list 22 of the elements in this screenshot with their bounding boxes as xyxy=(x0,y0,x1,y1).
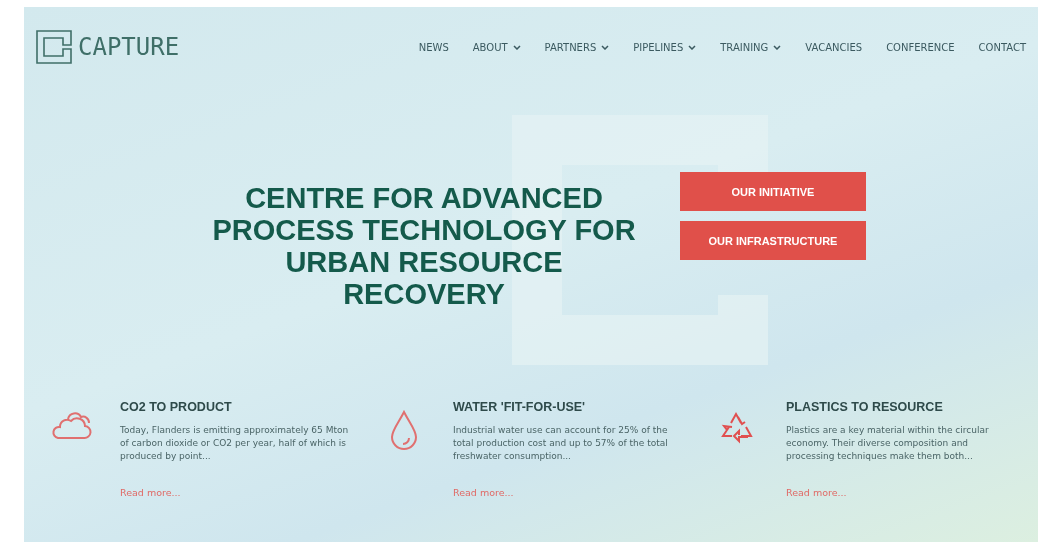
nav-link[interactable]: TRAINING xyxy=(720,41,782,53)
feature-description: Today, Flanders is emitting approximately 65 Mton of carbon dioxide or CO2 per year, half of which is produced by point... xyxy=(120,424,350,463)
nav-link[interactable]: CONTACT xyxy=(978,41,1026,53)
nav-link[interactable]: PIPELINES xyxy=(633,41,697,53)
recycle-icon xyxy=(720,410,754,444)
logo-icon xyxy=(36,30,72,64)
nav-link[interactable]: PARTNERS xyxy=(544,41,610,53)
nav-link[interactable]: VACANCIES xyxy=(805,41,863,53)
feature-description: Industrial water use can account for 25% of the total production cost and up to 57% of the total freshwater consumption... xyxy=(453,424,669,463)
feature-title: WATER 'FIT-FOR-USE' xyxy=(453,400,587,414)
cta-button[interactable]: OUR INITIATIVE xyxy=(680,172,866,211)
cta-button[interactable]: OUR INFRASTRUCTURE xyxy=(680,221,866,260)
logo-text: CAPTURE xyxy=(78,33,180,61)
water-drop-icon xyxy=(389,410,419,450)
nav-link[interactable]: CONFERENCE xyxy=(886,41,955,53)
feature-title: CO2 TO PRODUCT xyxy=(120,400,233,414)
feature-description: Plastics are a key material within the circular economy. Their diverse composition and processing techniques make them both... xyxy=(786,424,990,463)
nav-link[interactable]: ABOUT xyxy=(472,41,521,53)
feature-title: PLASTICS TO RESOURCE xyxy=(786,400,944,414)
hero-title: CENTRE FOR ADVANCED PROCESS TECHNOLOGY FOR URBAN RESOURCE RECOVERY xyxy=(211,182,637,310)
cloud-icon xyxy=(50,410,92,440)
nav-link[interactable]: NEWS xyxy=(418,41,449,53)
